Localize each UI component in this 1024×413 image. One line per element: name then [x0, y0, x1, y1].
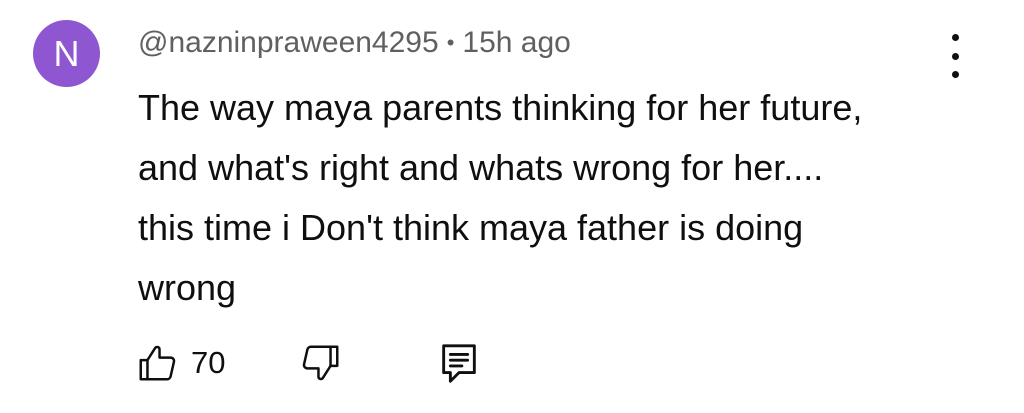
comment-text: The way maya parents thinking for her fu… [138, 78, 958, 318]
reply-comment-icon [437, 340, 481, 386]
thumbs-up-icon [135, 340, 181, 386]
avatar-initial: N [53, 32, 80, 74]
comment-text-line: this time i Don't think maya father is d… [138, 207, 804, 248]
reply-button[interactable] [437, 340, 481, 386]
avatar[interactable]: N [33, 20, 100, 87]
separator-dot: • [446, 30, 455, 55]
dislike-button[interactable] [297, 340, 343, 386]
timestamp[interactable]: 15h ago [462, 26, 570, 60]
more-vertical-icon [951, 34, 959, 41]
thumbs-down-icon [297, 340, 343, 386]
comment-text-line: wrong [138, 267, 237, 308]
comment-text-line: and what's right and whats wrong for her… [138, 147, 824, 188]
comment-header: @nazninpraween4295 • 15h ago [138, 26, 571, 60]
comment-card: N @nazninpraween4295 • 15h ago The way m… [0, 0, 1024, 413]
more-vertical-icon-dot [951, 71, 959, 78]
like-button[interactable]: 70 [135, 340, 225, 386]
like-count: 70 [191, 345, 226, 380]
more-vertical-icon-dot [951, 52, 959, 60]
author-handle[interactable]: @nazninpraween4295 [138, 26, 439, 60]
more-options-button[interactable] [940, 34, 970, 78]
comment-text-line: The way maya parents thinking for her fu… [138, 87, 863, 128]
